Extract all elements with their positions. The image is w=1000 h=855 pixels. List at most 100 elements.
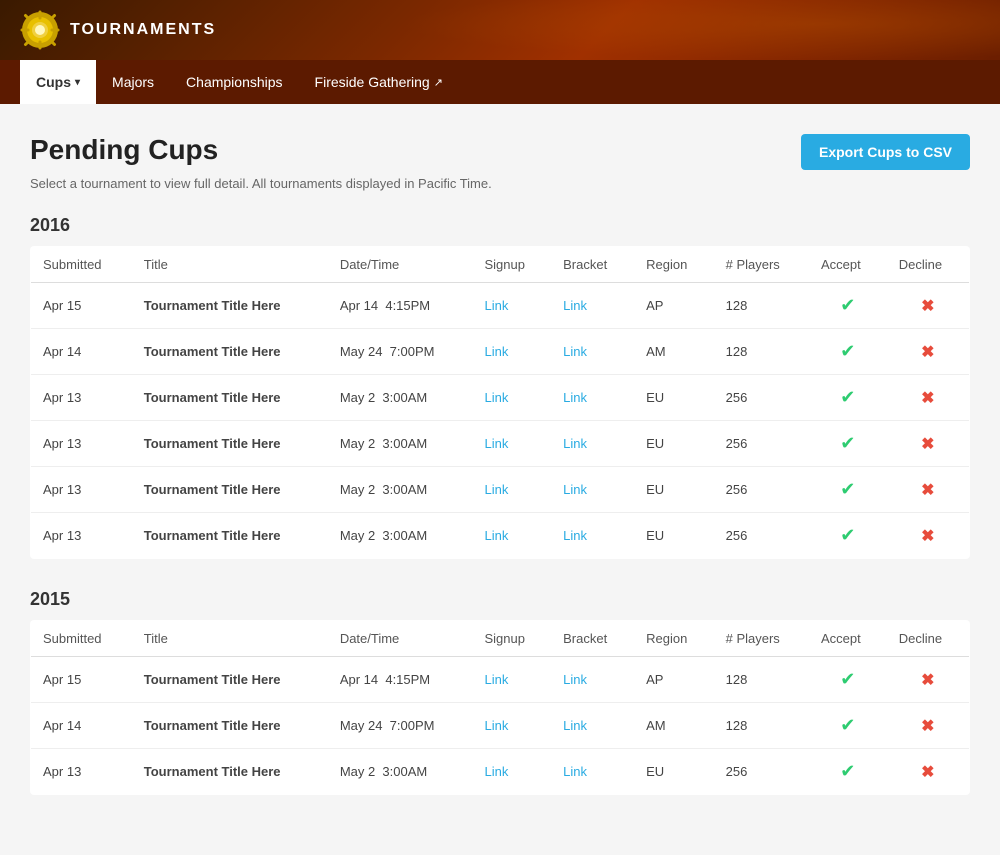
table-row: Apr 13 Tournament Title Here May 2 3:00A…	[31, 467, 970, 513]
cell-signup[interactable]: Link	[472, 703, 551, 749]
cell-region: EU	[634, 513, 714, 559]
signup-link[interactable]: Link	[484, 482, 508, 497]
cell-bracket[interactable]: Link	[551, 283, 634, 329]
cell-signup[interactable]: Link	[472, 657, 551, 703]
cell-title[interactable]: Tournament Title Here	[132, 329, 328, 375]
cell-submitted: Apr 14	[31, 703, 132, 749]
bracket-link[interactable]: Link	[563, 764, 587, 779]
nav-item-championships[interactable]: Championships	[170, 60, 299, 104]
site-header: TOURNAMENTS	[0, 0, 1000, 60]
cell-signup[interactable]: Link	[472, 283, 551, 329]
cell-submitted: Apr 13	[31, 421, 132, 467]
cell-players: 256	[714, 749, 809, 795]
signup-link[interactable]: Link	[484, 436, 508, 451]
main-content: Pending Cups Export Cups to CSV Select a…	[0, 104, 1000, 855]
decline-icon[interactable]: ✖	[921, 390, 934, 407]
cell-signup[interactable]: Link	[472, 421, 551, 467]
cell-title[interactable]: Tournament Title Here	[132, 467, 328, 513]
cell-bracket[interactable]: Link	[551, 703, 634, 749]
export-button[interactable]: Export Cups to CSV	[801, 134, 970, 170]
col-region: Region	[634, 247, 714, 283]
page-header: Pending Cups Export Cups to CSV	[30, 134, 970, 170]
cell-signup[interactable]: Link	[472, 329, 551, 375]
cell-bracket[interactable]: Link	[551, 329, 634, 375]
cell-title[interactable]: Tournament Title Here	[132, 375, 328, 421]
table-header-row: Submitted Title Date/Time Signup Bracket…	[31, 621, 970, 657]
accept-icon[interactable]: ✔	[840, 433, 855, 453]
accept-icon[interactable]: ✔	[840, 761, 855, 781]
col-submitted: Submitted	[31, 247, 132, 283]
cell-signup[interactable]: Link	[472, 375, 551, 421]
bracket-link[interactable]: Link	[563, 390, 587, 405]
nav-item-fireside[interactable]: Fireside Gathering ↗	[299, 60, 459, 104]
cell-submitted: Apr 14	[31, 329, 132, 375]
bracket-link[interactable]: Link	[563, 718, 587, 733]
nav-item-cups[interactable]: Cups ▾	[20, 60, 96, 104]
bracket-link[interactable]: Link	[563, 344, 587, 359]
cell-bracket[interactable]: Link	[551, 375, 634, 421]
cell-region: EU	[634, 421, 714, 467]
accept-icon[interactable]: ✔	[840, 341, 855, 361]
cell-accept: ✔	[809, 421, 887, 467]
accept-icon[interactable]: ✔	[840, 525, 855, 545]
cell-players: 128	[714, 283, 809, 329]
cell-players: 128	[714, 329, 809, 375]
cell-bracket[interactable]: Link	[551, 513, 634, 559]
cell-decline: ✖	[887, 657, 970, 703]
decline-icon[interactable]: ✖	[921, 718, 934, 735]
cell-title[interactable]: Tournament Title Here	[132, 513, 328, 559]
cell-title[interactable]: Tournament Title Here	[132, 283, 328, 329]
cell-signup[interactable]: Link	[472, 513, 551, 559]
cell-title[interactable]: Tournament Title Here	[132, 749, 328, 795]
cell-decline: ✖	[887, 703, 970, 749]
bracket-link[interactable]: Link	[563, 436, 587, 451]
signup-link[interactable]: Link	[484, 764, 508, 779]
decline-icon[interactable]: ✖	[921, 298, 934, 315]
accept-icon[interactable]: ✔	[840, 387, 855, 407]
cell-bracket[interactable]: Link	[551, 749, 634, 795]
tournament-table-2016: Submitted Title Date/Time Signup Bracket…	[30, 246, 970, 559]
signup-link[interactable]: Link	[484, 672, 508, 687]
signup-link[interactable]: Link	[484, 718, 508, 733]
bracket-link[interactable]: Link	[563, 482, 587, 497]
cell-title[interactable]: Tournament Title Here	[132, 421, 328, 467]
cell-region: AM	[634, 703, 714, 749]
cell-accept: ✔	[809, 657, 887, 703]
bracket-link[interactable]: Link	[563, 672, 587, 687]
cell-accept: ✔	[809, 329, 887, 375]
bracket-link[interactable]: Link	[563, 298, 587, 313]
decline-icon[interactable]: ✖	[921, 528, 934, 545]
logo-area: TOURNAMENTS	[20, 10, 216, 50]
decline-icon[interactable]: ✖	[921, 482, 934, 499]
cell-decline: ✖	[887, 375, 970, 421]
decline-icon[interactable]: ✖	[921, 672, 934, 689]
decline-icon[interactable]: ✖	[921, 436, 934, 453]
signup-link[interactable]: Link	[484, 298, 508, 313]
cell-submitted: Apr 13	[31, 749, 132, 795]
cell-accept: ✔	[809, 513, 887, 559]
signup-link[interactable]: Link	[484, 528, 508, 543]
accept-icon[interactable]: ✔	[840, 669, 855, 689]
accept-icon[interactable]: ✔	[840, 715, 855, 735]
bracket-link[interactable]: Link	[563, 528, 587, 543]
cell-bracket[interactable]: Link	[551, 467, 634, 513]
signup-link[interactable]: Link	[484, 344, 508, 359]
cell-region: EU	[634, 749, 714, 795]
accept-icon[interactable]: ✔	[840, 479, 855, 499]
cell-bracket[interactable]: Link	[551, 421, 634, 467]
cell-signup[interactable]: Link	[472, 467, 551, 513]
nav-item-majors[interactable]: Majors	[96, 60, 170, 104]
cell-title[interactable]: Tournament Title Here	[132, 657, 328, 703]
signup-link[interactable]: Link	[484, 390, 508, 405]
cell-bracket[interactable]: Link	[551, 657, 634, 703]
cell-region: AM	[634, 329, 714, 375]
col-datetime: Date/Time	[328, 621, 473, 657]
cell-submitted: Apr 15	[31, 283, 132, 329]
cell-region: EU	[634, 375, 714, 421]
table-row: Apr 15 Tournament Title Here Apr 14 4:15…	[31, 657, 970, 703]
decline-icon[interactable]: ✖	[921, 764, 934, 781]
cell-title[interactable]: Tournament Title Here	[132, 703, 328, 749]
accept-icon[interactable]: ✔	[840, 295, 855, 315]
cell-signup[interactable]: Link	[472, 749, 551, 795]
decline-icon[interactable]: ✖	[921, 344, 934, 361]
